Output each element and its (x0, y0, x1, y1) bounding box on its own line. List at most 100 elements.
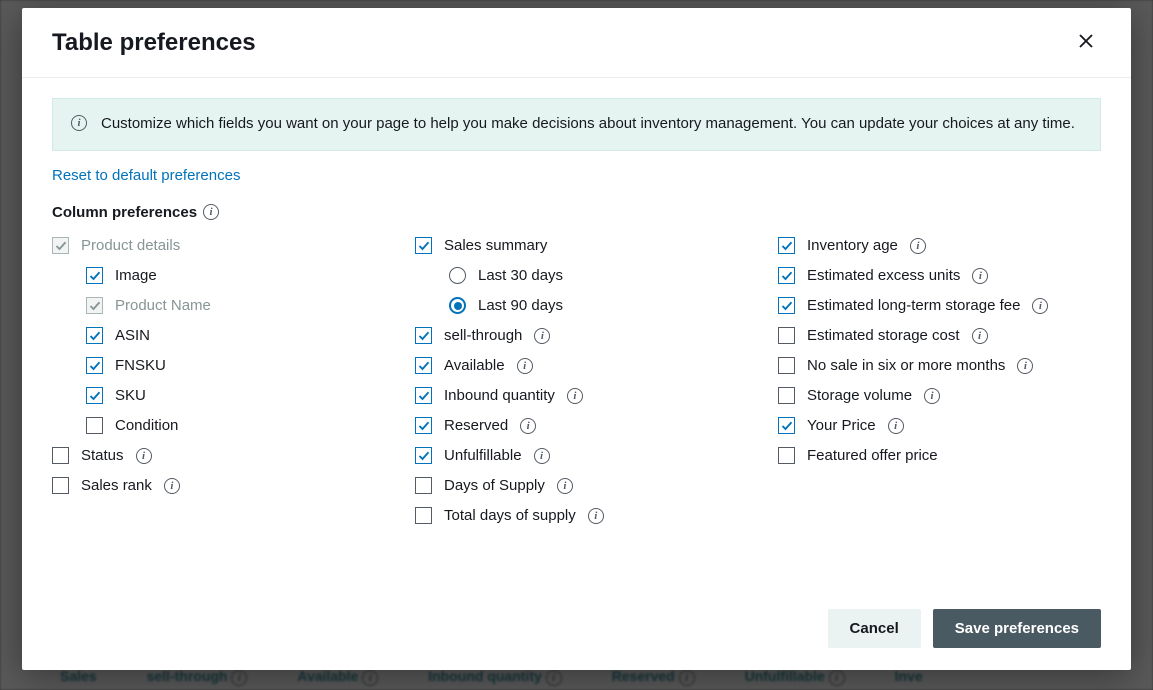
checkbox-your-price[interactable] (778, 417, 795, 434)
checkbox-condition[interactable] (86, 417, 103, 434)
info-icon[interactable]: i (534, 328, 550, 344)
label-product-details: Product details (81, 237, 180, 254)
row-available: Available i (415, 355, 738, 377)
label-sales-rank: Sales rank (81, 477, 152, 494)
info-banner: i Customize which fields you want on you… (52, 98, 1101, 151)
info-icon[interactable]: i (1017, 358, 1033, 374)
column-preferences-label: Column preferences i (52, 204, 1101, 221)
info-icon[interactable]: i (972, 268, 988, 284)
row-reserved: Reserved i (415, 415, 738, 437)
label-fnsku: FNSKU (115, 357, 166, 374)
label-your-price: Your Price (807, 417, 876, 434)
label-status: Status (81, 447, 124, 464)
row-your-price: Your Price i (778, 415, 1101, 437)
checkbox-lts-fee[interactable] (778, 297, 795, 314)
checkbox-fnsku[interactable] (86, 357, 103, 374)
row-featured: Featured offer price (778, 445, 1101, 467)
close-icon (1077, 32, 1095, 50)
row-storage-cost: Estimated storage cost i (778, 325, 1101, 347)
label-sku: SKU (115, 387, 146, 404)
label-inventory-age: Inventory age (807, 237, 898, 254)
row-asin: ASIN (86, 325, 375, 347)
info-icon[interactable]: i (534, 448, 550, 464)
modal-header: Table preferences (22, 8, 1131, 78)
checkbox-days-supply[interactable] (415, 477, 432, 494)
row-image: Image (86, 265, 375, 287)
info-icon[interactable]: i (136, 448, 152, 464)
checkbox-sales-summary[interactable] (415, 237, 432, 254)
row-storage-vol: Storage volume i (778, 385, 1101, 407)
label-storage-cost: Estimated storage cost (807, 327, 960, 344)
save-preferences-button[interactable]: Save preferences (933, 609, 1101, 648)
modal-footer: Cancel Save preferences (22, 591, 1131, 670)
label-reserved: Reserved (444, 417, 508, 434)
label-condition: Condition (115, 417, 178, 434)
info-text: Customize which fields you want on your … (101, 113, 1075, 136)
row-inventory-age: Inventory age i (778, 235, 1101, 257)
info-icon[interactable]: i (203, 204, 219, 220)
info-icon[interactable]: i (910, 238, 926, 254)
checkbox-featured[interactable] (778, 447, 795, 464)
label-last90: Last 90 days (478, 297, 563, 314)
checkbox-inbound[interactable] (415, 387, 432, 404)
checkbox-storage-vol[interactable] (778, 387, 795, 404)
info-icon[interactable]: i (520, 418, 536, 434)
label-storage-vol: Storage volume (807, 387, 912, 404)
row-sales-summary: Sales summary (415, 235, 738, 257)
row-no-sale: No sale in six or more months i (778, 355, 1101, 377)
row-sell-through: sell-through i (415, 325, 738, 347)
row-excess-units: Estimated excess units i (778, 265, 1101, 287)
label-days-supply: Days of Supply (444, 477, 545, 494)
row-fnsku: FNSKU (86, 355, 375, 377)
checkbox-sales-rank[interactable] (52, 477, 69, 494)
checkbox-product-details (52, 237, 69, 254)
info-icon[interactable]: i (888, 418, 904, 434)
checkbox-reserved[interactable] (415, 417, 432, 434)
cancel-button[interactable]: Cancel (828, 609, 921, 648)
checkbox-unfulfillable[interactable] (415, 447, 432, 464)
checkbox-asin[interactable] (86, 327, 103, 344)
info-icon[interactable]: i (164, 478, 180, 494)
row-unfulfillable: Unfulfillable i (415, 445, 738, 467)
label-no-sale: No sale in six or more months (807, 357, 1005, 374)
radio-last30[interactable] (449, 267, 466, 284)
info-icon[interactable]: i (557, 478, 573, 494)
checkbox-total-days[interactable] (415, 507, 432, 524)
reset-default-link[interactable]: Reset to default preferences (52, 167, 240, 184)
row-sku: SKU (86, 385, 375, 407)
row-product-details: Product details (52, 235, 375, 257)
info-icon[interactable]: i (588, 508, 604, 524)
label-unfulfillable: Unfulfillable (444, 447, 522, 464)
checkbox-storage-cost[interactable] (778, 327, 795, 344)
checkbox-status[interactable] (52, 447, 69, 464)
checkbox-image[interactable] (86, 267, 103, 284)
column-2: Sales summary Last 30 days Last 90 days … (415, 235, 738, 535)
checkbox-available[interactable] (415, 357, 432, 374)
checkbox-sku[interactable] (86, 387, 103, 404)
preferences-columns: Product details Image Product Name ASIN … (52, 235, 1101, 535)
label-sell-through: sell-through (444, 327, 522, 344)
info-icon[interactable]: i (1032, 298, 1048, 314)
checkbox-no-sale[interactable] (778, 357, 795, 374)
checkbox-sell-through[interactable] (415, 327, 432, 344)
table-preferences-modal: Table preferences i Customize which fiel… (22, 8, 1131, 670)
label-sales-summary: Sales summary (444, 237, 547, 254)
info-icon[interactable]: i (517, 358, 533, 374)
info-icon[interactable]: i (567, 388, 583, 404)
checkbox-inventory-age[interactable] (778, 237, 795, 254)
column-1: Product details Image Product Name ASIN … (52, 235, 375, 535)
modal-title: Table preferences (52, 29, 256, 57)
checkbox-excess-units[interactable] (778, 267, 795, 284)
row-total-days: Total days of supply i (415, 505, 738, 527)
row-status: Status i (52, 445, 375, 467)
label-image: Image (115, 267, 157, 284)
radio-last90[interactable] (449, 297, 466, 314)
row-lts-fee: Estimated long-term storage fee i (778, 295, 1101, 317)
info-icon[interactable]: i (924, 388, 940, 404)
close-button[interactable] (1071, 26, 1101, 59)
label-lts-fee: Estimated long-term storage fee (807, 297, 1020, 314)
row-product-name: Product Name (86, 295, 375, 317)
info-icon[interactable]: i (972, 328, 988, 344)
row-inbound: Inbound quantity i (415, 385, 738, 407)
row-sales-rank: Sales rank i (52, 475, 375, 497)
